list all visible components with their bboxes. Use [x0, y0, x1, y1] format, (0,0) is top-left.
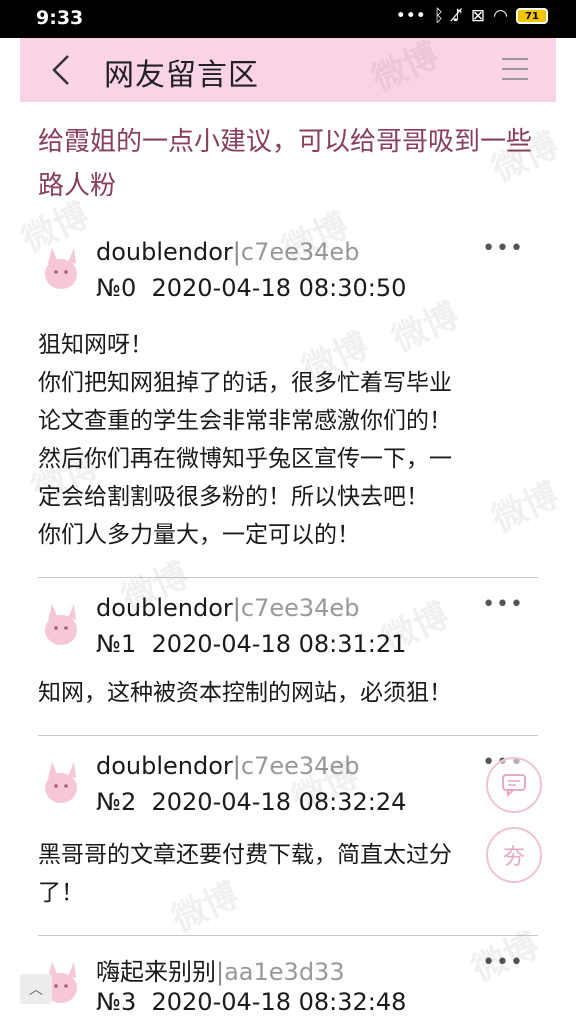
comment-author-id: c7ee34eb [240, 594, 360, 622]
comment-number: №3 [96, 988, 137, 1016]
comment-line: 狙知网呀！ [38, 332, 153, 358]
scroll-top-button[interactable]: ︿ [20, 974, 52, 1004]
comment-line: 知网，这种被资本控制的网站，必须狙！ [38, 680, 452, 706]
comment-line: 你们把知网狙掉了的话，很多忙着写毕业 [38, 370, 452, 396]
comment-timestamp: 2020-04-18 08:30:50 [151, 274, 407, 302]
comment-item: doublendor|c7ee34eb №2 2020-04-18 08:32:… [38, 736, 538, 936]
page-title: 网友留言区 [104, 58, 259, 93]
status-icons: ••• ᛒ ♪̸ ⊠ ◠ 71 [396, 6, 548, 26]
menu-button[interactable] [502, 58, 528, 82]
comment-timestamp: 2020-04-18 08:31:21 [151, 630, 407, 658]
comment-body: 黑哥哥的文章还要付费下载，简直太过分 了！ [38, 836, 538, 912]
comment-timestamp: 2020-04-18 08:32:48 [151, 988, 407, 1016]
comment-line: 黑哥哥的文章还要付费下载，简直太过分 [38, 842, 452, 868]
comment-item: doublendor|c7ee34eb №1 2020-04-18 08:31:… [38, 578, 538, 736]
comment-body: 狙知网呀！ 你们把知网狙掉了的话，很多忙着写毕业 论文查重的学生会非常非常感激你… [38, 326, 538, 554]
more-options-icon[interactable]: ••• [482, 236, 524, 261]
avatar-icon[interactable] [38, 244, 84, 294]
status-time: 9:33 [36, 7, 84, 29]
comment-line: 然后你们再在微博知乎兔区宣传一下，一 [38, 446, 452, 472]
comment-line: 你们人多力量大，一定可以的！ [38, 522, 360, 548]
comment-number: №0 [96, 274, 137, 302]
comment-author[interactable]: doublendor [96, 752, 233, 780]
author-separator: | [232, 238, 241, 266]
comment-author-line: 嗨起来别别|aa1e3d33 [96, 952, 345, 987]
comment-author[interactable]: doublendor [96, 238, 233, 266]
comment-item: 嗨起来别别|aa1e3d33 №3 2020-04-18 08:32:48 ••… [38, 936, 538, 1024]
comment-author-line: doublendor|c7ee34eb [96, 752, 359, 780]
more-options-icon[interactable]: ••• [482, 950, 524, 975]
signal-dots-icon: ••• [395, 6, 426, 26]
chat-bubble-icon [502, 774, 526, 798]
comment-number: №2 [96, 788, 137, 816]
more-options-icon[interactable]: ••• [482, 592, 524, 617]
sim-icon: ⊠ [470, 6, 486, 26]
chevron-left-icon [52, 55, 69, 85]
mute-icon: ♪̸ [452, 6, 463, 26]
comment-line: 定会给割割吸很多粉的！所以快去吧！ [38, 484, 429, 510]
avatar-icon[interactable] [38, 600, 84, 650]
comment-item: doublendor|c7ee34eb №0 2020-04-18 08:30:… [38, 222, 538, 578]
chevron-up-icon: ︿ [29, 982, 43, 998]
comment-number: №1 [96, 630, 137, 658]
battery-icon: 71 [516, 8, 548, 24]
comment-author[interactable]: 嗨起来别别 [96, 958, 216, 986]
comment-timestamp: 2020-04-18 08:32:24 [151, 788, 407, 816]
comment-body: 知网，这种被资本控制的网站，必须狙！ [38, 674, 538, 712]
back-button[interactable] [48, 50, 84, 90]
comment-meta: №3 2020-04-18 08:32:48 [96, 988, 406, 1016]
like-fab-button[interactable]: 夯 [486, 827, 542, 883]
comment-list: doublendor|c7ee34eb №0 2020-04-18 08:30:… [38, 222, 538, 1024]
comment-author-line: doublendor|c7ee34eb [96, 594, 359, 622]
comment-author-id: c7ee34eb [240, 238, 360, 266]
comment-fab-button[interactable] [486, 757, 542, 813]
author-separator: | [216, 958, 225, 986]
wifi-icon: ◠ [493, 6, 508, 26]
comment-line: 论文查重的学生会非常非常感激你们的！ [38, 408, 452, 434]
app-header: 网友留言区 [20, 38, 556, 102]
bluetooth-icon: ᛒ [433, 6, 445, 26]
comment-meta: №1 2020-04-18 08:31:21 [96, 630, 406, 658]
comment-meta: №0 2020-04-18 08:30:50 [96, 274, 406, 302]
menu-icon [502, 58, 528, 60]
comment-author[interactable]: doublendor [96, 594, 233, 622]
avatar-icon[interactable] [38, 758, 84, 808]
author-separator: | [232, 594, 241, 622]
comment-author-id: aa1e3d33 [224, 958, 345, 986]
comment-author-line: doublendor|c7ee34eb [96, 238, 359, 266]
status-bar: 9:33 ••• ᛒ ♪̸ ⊠ ◠ 71 [0, 0, 576, 38]
author-separator: | [232, 752, 241, 780]
comment-line: 了！ [38, 880, 84, 906]
comment-meta: №2 2020-04-18 08:32:24 [96, 788, 406, 816]
like-icon: 夯 [502, 845, 525, 870]
comment-author-id: c7ee34eb [240, 752, 360, 780]
post-title: 给霞姐的一点小建议，可以给哥哥吸到一些路人粉 [38, 127, 533, 201]
